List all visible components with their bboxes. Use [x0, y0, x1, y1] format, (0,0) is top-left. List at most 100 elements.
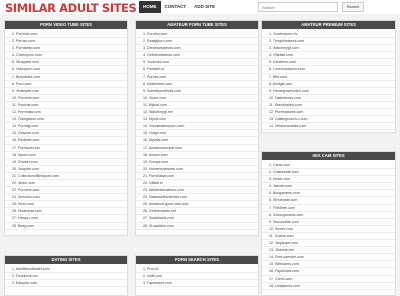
- site-link[interactable]: 14. Free.camster.com: [262, 254, 395, 262]
- search-input[interactable]: [258, 2, 338, 12]
- nav-add-site-link[interactable]: ADD SITE: [190, 1, 219, 13]
- site-link[interactable]: 18. Livejasmin.com: [262, 283, 395, 290]
- site-link[interactable]: 28. Beeg.com: [5, 223, 127, 230]
- site-link[interactable]: 16. Fapshows.com: [262, 268, 395, 276]
- site-link[interactable]: 6. Videoporn.com: [5, 66, 127, 74]
- site-link[interactable]: 25. Amateurs-gone-wild.com: [136, 201, 258, 209]
- site-link[interactable]: 3. Dreamamateurs.com: [136, 45, 258, 53]
- site-link[interactable]: 8. Motherless.com: [136, 81, 258, 88]
- site-link[interactable]: 15. Hotgo.com: [136, 130, 258, 138]
- site-link[interactable]: 16. Myvids.com: [136, 137, 258, 145]
- site-link[interactable]: 20. Homemovietube.com: [136, 166, 258, 173]
- site-link[interactable]: 14. Porndig.com: [5, 123, 127, 131]
- site-link[interactable]: 4. Girlfriendvideos.com: [136, 52, 258, 60]
- site-link[interactable]: 13. Tubegalore.com: [5, 116, 127, 124]
- site-link[interactable]: 1. Pron.tv: [136, 266, 258, 274]
- site-link[interactable]: 14. Youramateurporn.com: [136, 123, 258, 131]
- site-link[interactable]: 12. Watchmygf.me: [136, 109, 258, 117]
- nav-contact-link[interactable]: CONTACT: [161, 1, 191, 13]
- site-link[interactable]: 10. Pornhub.com: [5, 95, 127, 102]
- site-link[interactable]: 19. Dumpz.com: [136, 159, 258, 166]
- site-link[interactable]: 2. Pornzo.com: [5, 38, 127, 46]
- site-link[interactable]: 9. Stunsoalite.com: [262, 219, 395, 226]
- site-link[interactable]: 22. Uflash.tv: [136, 180, 258, 188]
- site-link[interactable]: 13. Castingcouch-x.com: [262, 116, 395, 124]
- site-link[interactable]: 28. XLdaddies.com: [136, 223, 258, 230]
- search-button[interactable]: Search: [342, 2, 364, 12]
- site-link[interactable]: 1. Camz.com: [262, 162, 395, 170]
- site-link[interactable]: 23. Porndoe.com: [5, 187, 127, 195]
- site-link[interactable]: 6. Fantasti.cc: [136, 66, 258, 74]
- site-link[interactable]: 25. Sexu.com: [5, 201, 127, 209]
- site-link[interactable]: 26. Girlfriendvids.net: [136, 208, 258, 216]
- site-link[interactable]: 8. Allofgfs.com: [262, 81, 395, 88]
- site-link[interactable]: 15. Webcams.com: [262, 261, 395, 269]
- site-link[interactable]: 17. Pornburst.xxx: [5, 145, 127, 152]
- site-link[interactable]: 5. Youfuckz.com: [136, 59, 258, 67]
- site-link[interactable]: 2. Nolft.com: [136, 273, 258, 281]
- site-link[interactable]: 11. Pornhat.com: [5, 102, 127, 110]
- site-link[interactable]: 24. Xmoviez.com: [5, 194, 127, 202]
- site-link[interactable]: 2. Fuckbook.xxx: [5, 273, 127, 281]
- site-link[interactable]: 7. Pornez.com: [136, 74, 258, 81]
- site-link[interactable]: 8. Porn.com: [5, 81, 127, 88]
- site-link[interactable]: 3. Easysex.com: [5, 280, 127, 288]
- site-link[interactable]: 13. Jfriends.net: [262, 247, 395, 255]
- site-link[interactable]: 7. Flirt4free.com: [262, 205, 395, 212]
- site-link[interactable]: 11. Mylust.com: [136, 102, 258, 110]
- site-link[interactable]: 5. Strappink.com: [5, 59, 127, 67]
- site-link[interactable]: 10. Xtube.com: [136, 95, 258, 102]
- site-link[interactable]: 23. Wastedamateurs.com: [136, 187, 258, 195]
- site-link[interactable]: 18. Nporn.com: [5, 152, 127, 159]
- site-link[interactable]: 21. Porn4days.com: [136, 173, 258, 180]
- site-link[interactable]: 4. Chicksporn.com: [5, 52, 127, 60]
- site-link[interactable]: 27. Swallowed.com: [136, 215, 258, 223]
- site-link[interactable]: 3. Imlive.com: [262, 176, 395, 184]
- site-link[interactable]: 6. Streamate.com: [262, 197, 395, 205]
- site-link[interactable]: 22. 4tube.com: [5, 180, 127, 188]
- site-link[interactable]: 12. Jtoyscam.com: [262, 240, 395, 248]
- site-link[interactable]: 17. Amateurdumper.com: [136, 145, 258, 152]
- site-link[interactable]: 4. Gfleaks.com: [262, 52, 395, 60]
- site-link[interactable]: 20. Youporn.com: [5, 166, 127, 173]
- site-link[interactable]: 1. Pornfun.com: [136, 31, 258, 39]
- site-link[interactable]: 16. Redtube.com: [5, 137, 127, 145]
- site-logo[interactable]: SIMILAR ADULT SITES: [5, 1, 137, 15]
- nav-home-link[interactable]: HOME: [139, 1, 161, 13]
- site-link[interactable]: 9. Homegrownvideo.com: [262, 88, 395, 95]
- site-link[interactable]: 19. Drtuber.com: [5, 159, 127, 166]
- site-link[interactable]: 9. Submityourflicks.com: [136, 88, 258, 95]
- site-link[interactable]: 26. Nudevista.com: [5, 208, 127, 216]
- site-link[interactable]: 7. Bravotube.com: [5, 74, 127, 81]
- site-link[interactable]: 18. Anserv.com: [136, 152, 258, 159]
- site-link[interactable]: 2. Thegirlnetwork.com: [262, 38, 395, 46]
- site-link[interactable]: 13. Myxxr.com: [136, 116, 258, 124]
- site-link[interactable]: 15. Gotporn.com: [5, 130, 127, 138]
- site-link[interactable]: 21. CollectionofBestporn.com: [5, 173, 127, 180]
- site-link[interactable]: 4. Jasmin.com: [262, 183, 395, 191]
- site-link[interactable]: 11. Standnaked.com: [262, 102, 395, 110]
- site-link[interactable]: 9. Xhamster.com: [5, 88, 127, 95]
- site-link[interactable]: 2. Realgfporn.com: [136, 38, 258, 46]
- site-link[interactable]: 10. Sexier.com: [262, 226, 395, 233]
- site-link[interactable]: 3. Watchmygf.com: [262, 45, 395, 53]
- site-link[interactable]: 3. Fapsearch.com: [136, 280, 258, 288]
- site-link[interactable]: 17. Cam4.com: [262, 276, 395, 283]
- site-link[interactable]: 14. Newsensuales.com: [262, 123, 395, 131]
- site-link[interactable]: 7. Bffs.com: [262, 74, 395, 81]
- site-link[interactable]: 12. Purematures.com: [262, 109, 395, 117]
- site-link[interactable]: 5. Danielnm.com: [262, 59, 395, 67]
- site-link[interactable]: 1. Pornhub.com: [5, 31, 127, 39]
- site-link[interactable]: 27. Heavy-r.com: [5, 215, 127, 223]
- site-link[interactable]: 24. Nakedonthestreets.com: [136, 194, 258, 202]
- site-link[interactable]: 3. Pornsteep.com: [5, 45, 127, 53]
- site-link[interactable]: 10. Nakedness.com: [262, 95, 395, 102]
- site-link[interactable]: 2. Chaturbate.com: [262, 169, 395, 177]
- site-link[interactable]: 11. Xcams.com: [262, 233, 395, 241]
- site-link[interactable]: 1. Yourfreeporn.tv: [262, 31, 395, 39]
- site-link[interactable]: 1. Adultfriendfinder.com: [5, 266, 127, 274]
- site-link[interactable]: 6. Lovehomeporn.com: [262, 66, 395, 74]
- site-link[interactable]: 8. Xcboxgocams.com: [262, 212, 395, 219]
- site-link[interactable]: 12. Pornmaw.com: [5, 109, 127, 117]
- site-link[interactable]: 5. Bongacams.com: [262, 190, 395, 198]
